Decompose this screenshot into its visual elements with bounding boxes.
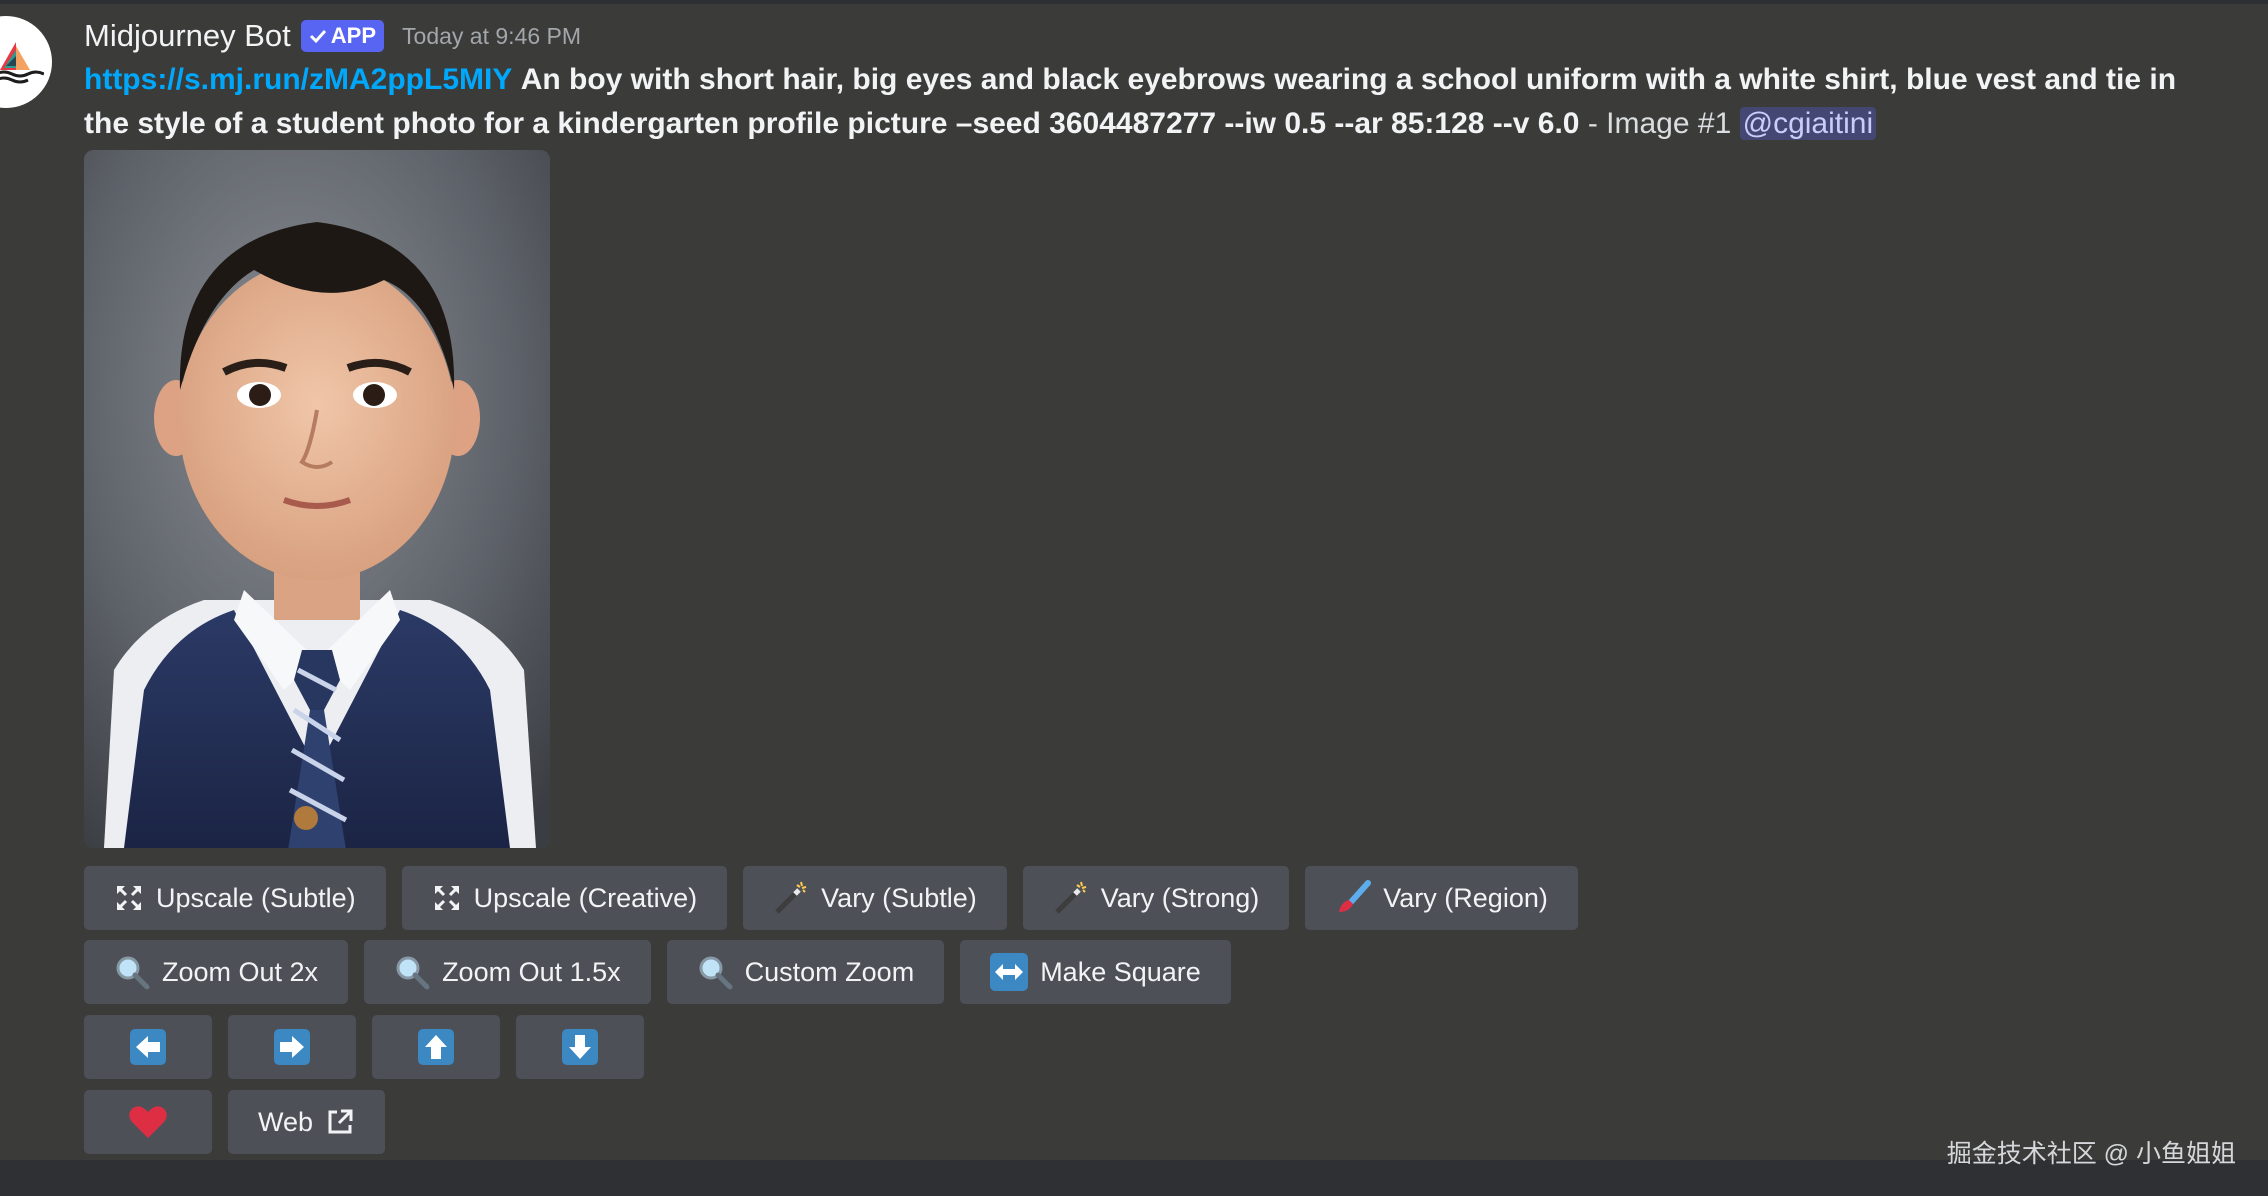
app-badge: APP (300, 20, 385, 52)
heart-icon (129, 1106, 167, 1138)
vary-strong-label: Vary (Strong) (1100, 882, 1260, 913)
author-name[interactable]: Midjourney Bot (84, 18, 291, 54)
bot-avatar[interactable] (0, 16, 52, 108)
arrow-left-icon (130, 1029, 166, 1065)
expand-arrows-icon (432, 883, 462, 913)
prompt-link[interactable]: https://s.mj.run/zMA2ppL5MIY (84, 63, 512, 96)
pan-down-button[interactable] (516, 1015, 644, 1079)
magic-wand-icon (1053, 880, 1089, 916)
magnifier-icon (394, 954, 430, 990)
action-row-zoom: Zoom Out 2x Zoom Out 1.5x Custom Zoom Ma… (84, 940, 1231, 1004)
make-square-label: Make Square (1040, 956, 1201, 987)
web-label: Web (258, 1106, 314, 1137)
generated-image[interactable] (84, 150, 550, 848)
vary-strong-button[interactable]: Vary (Strong) (1022, 866, 1290, 930)
zoom-out-2x-button[interactable]: Zoom Out 2x (84, 940, 349, 1004)
message-header: Midjourney Bot APP Today at 9:46 PM (84, 16, 581, 56)
zoom-out-1-5x-label: Zoom Out 1.5x (442, 956, 621, 987)
upscale-subtle-button[interactable]: Upscale (Subtle) (84, 866, 386, 930)
arrow-right-icon (274, 1029, 310, 1065)
paintbrush-icon (1335, 880, 1372, 916)
arrow-down-icon (562, 1029, 598, 1065)
upscale-creative-label: Upscale (Creative) (473, 882, 698, 913)
left-right-arrow-icon (990, 953, 1029, 991)
action-row-pan (84, 1015, 644, 1079)
zoom-out-1-5x-button[interactable]: Zoom Out 1.5x (364, 940, 651, 1004)
external-link-icon (325, 1107, 355, 1137)
image-label: - Image #1 (1587, 107, 1732, 140)
favorite-button[interactable] (84, 1090, 212, 1154)
action-row-misc: Web (84, 1090, 386, 1154)
magic-wand-icon (773, 880, 809, 916)
vary-region-button[interactable]: Vary (Region) (1305, 866, 1578, 930)
make-square-button[interactable]: Make Square (960, 940, 1231, 1004)
web-button[interactable]: Web (228, 1090, 386, 1154)
magnifier-icon (114, 954, 150, 990)
expand-arrows-icon (114, 883, 144, 913)
message-content: https://s.mj.run/zMA2ppL5MIY An boy with… (84, 58, 2194, 146)
pan-right-button[interactable] (228, 1015, 356, 1079)
zoom-out-2x-label: Zoom Out 2x (162, 956, 319, 987)
user-mention[interactable]: @cgiaitini (1739, 107, 1877, 140)
discord-message-view: Midjourney Bot APP Today at 9:46 PM http… (0, 0, 2268, 1196)
bottom-bar (0, 1160, 2268, 1196)
message-timestamp[interactable]: Today at 9:46 PM (402, 23, 581, 50)
magnifier-icon (697, 954, 733, 990)
upscale-creative-button[interactable]: Upscale (Creative) (401, 866, 728, 930)
app-badge-label: APP (330, 23, 377, 48)
sailboat-logo-icon (0, 42, 44, 84)
top-strip (0, 0, 2268, 4)
pan-left-button[interactable] (84, 1015, 212, 1079)
pan-up-button[interactable] (372, 1015, 500, 1079)
vary-region-label: Vary (Region) (1383, 882, 1548, 913)
arrow-up-icon (418, 1029, 454, 1065)
vary-subtle-button[interactable]: Vary (Subtle) (743, 866, 1007, 930)
upscale-subtle-label: Upscale (Subtle) (156, 882, 356, 913)
checkmark-icon (309, 29, 326, 44)
custom-zoom-label: Custom Zoom (744, 956, 915, 987)
watermark: 掘金技术社区 @ 小鱼姐姐 (1946, 1140, 2236, 1168)
boy-portrait-image (84, 150, 550, 848)
action-row-variations: Upscale (Subtle) Upscale (Creative) Vary… (84, 866, 1578, 930)
custom-zoom-button[interactable]: Custom Zoom (666, 940, 945, 1004)
vary-subtle-label: Vary (Subtle) (821, 882, 977, 913)
